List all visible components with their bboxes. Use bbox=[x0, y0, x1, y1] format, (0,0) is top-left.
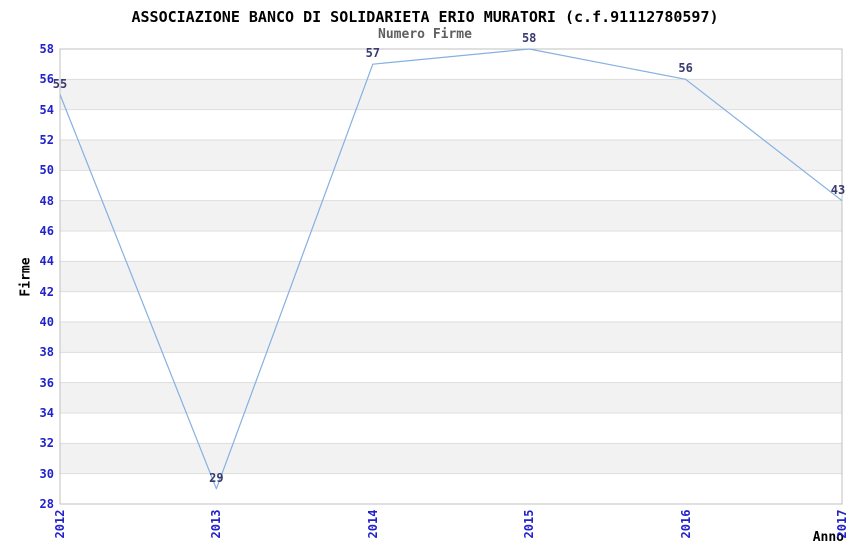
plot-band bbox=[60, 49, 842, 80]
plot-band bbox=[60, 382, 842, 413]
plot-band bbox=[60, 200, 842, 231]
y-tick-label: 42 bbox=[39, 284, 54, 299]
plot-band bbox=[60, 352, 842, 383]
plot-band bbox=[60, 170, 842, 201]
y-tick-label: 44 bbox=[39, 254, 54, 269]
y-tick-label: 30 bbox=[39, 466, 54, 481]
point-label: 43 bbox=[830, 182, 846, 197]
plot-band bbox=[60, 261, 842, 292]
plot-band bbox=[60, 140, 842, 171]
x-tick-label: 2014 bbox=[365, 509, 380, 539]
y-tick-label: 54 bbox=[39, 102, 54, 117]
plot-area bbox=[59, 48, 843, 505]
chart-canvas: ASSOCIAZIONE BANCO DI SOLIDARIETA ERIO M… bbox=[0, 0, 850, 550]
plot-band bbox=[60, 473, 842, 504]
x-tick-label: 2012 bbox=[53, 509, 67, 539]
y-tick-label: 50 bbox=[39, 163, 54, 178]
point-label: 58 bbox=[521, 31, 537, 45]
chart-subtitle: Numero Firme bbox=[378, 27, 472, 42]
y-tick-label: 40 bbox=[39, 315, 54, 329]
plot-band bbox=[60, 109, 842, 140]
plot-band bbox=[60, 413, 842, 444]
plot-band bbox=[60, 443, 842, 474]
y-tick-label: 36 bbox=[39, 375, 54, 390]
chart-title: ASSOCIAZIONE BANCO DI SOLIDARIETA ERIO M… bbox=[131, 8, 719, 26]
y-tick-label: 34 bbox=[39, 406, 54, 420]
y-tick-label: 32 bbox=[39, 436, 54, 451]
x-tick-label: 2017 bbox=[835, 509, 849, 539]
point-label: 56 bbox=[678, 61, 693, 76]
plot-band bbox=[60, 322, 842, 353]
y-tick-label: 56 bbox=[39, 72, 54, 87]
y-tick-label: 28 bbox=[39, 497, 54, 511]
x-tick-label: 2015 bbox=[522, 509, 537, 539]
x-tick-label: 2016 bbox=[678, 509, 693, 539]
y-tick-label: 38 bbox=[39, 345, 54, 360]
point-label: 55 bbox=[52, 76, 68, 91]
plot-band bbox=[60, 231, 842, 262]
plot-band bbox=[60, 79, 842, 110]
y-tick-label: 58 bbox=[39, 42, 54, 56]
y-tick-label: 52 bbox=[39, 133, 54, 147]
point-label: 57 bbox=[365, 46, 381, 61]
point-label: 29 bbox=[209, 470, 224, 485]
y-tick-label: 46 bbox=[39, 224, 54, 238]
x-tick-label: 2013 bbox=[209, 509, 224, 539]
y-tick-label: 48 bbox=[39, 193, 54, 208]
plot-band bbox=[60, 291, 842, 322]
